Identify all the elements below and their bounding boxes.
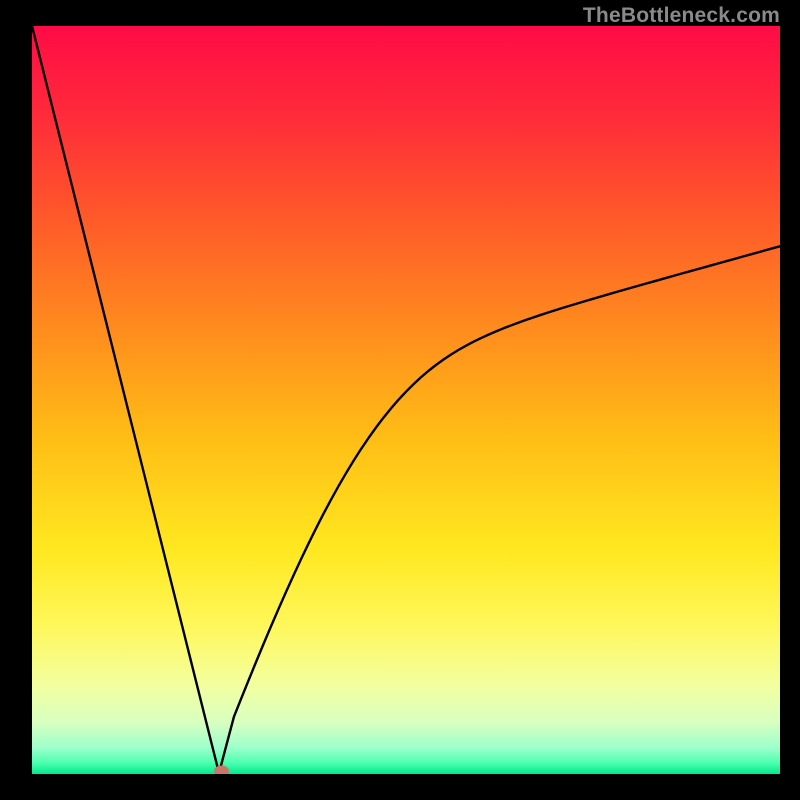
bottleneck-chart: [32, 26, 780, 774]
plot-area: [32, 26, 780, 774]
chart-frame: TheBottleneck.com: [0, 0, 800, 800]
gradient-background: [32, 26, 780, 774]
watermark-text: TheBottleneck.com: [583, 4, 780, 28]
